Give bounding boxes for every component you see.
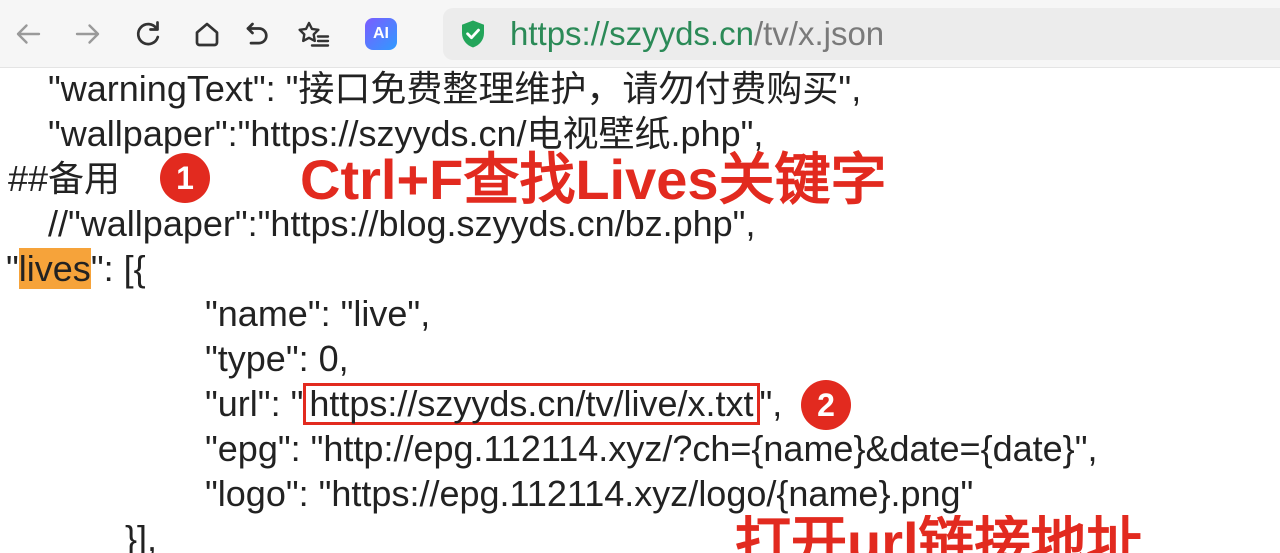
undo-icon: [242, 19, 272, 49]
step-2-instruction: 打开url链接地址: [735, 515, 1143, 553]
favorites-button[interactable]: [296, 19, 332, 49]
url-key: "url": ": [205, 383, 304, 424]
url-host: szyyds.cn: [609, 15, 754, 52]
forward-arrow-icon: [73, 19, 103, 49]
code-line-warning-text: "warningText": "接口免费整理维护，请勿付费购买",: [48, 68, 862, 109]
reload-icon: [133, 19, 163, 49]
back-arrow-icon: [13, 19, 43, 49]
code-line-epg: "epg": "http://epg.112114.xyz/?ch={name}…: [205, 428, 1098, 469]
code-line-type: "type": 0,: [205, 338, 349, 379]
home-button[interactable]: [192, 19, 222, 49]
code-line-url: "url": " https://szyyds.cn/tv/live/x.txt "…: [205, 381, 782, 426]
home-icon: [192, 19, 222, 49]
step-2-badge: 2: [801, 380, 851, 430]
json-viewer: "warningText": "接口免费整理维护，请勿付费购买", "wallp…: [0, 66, 1280, 553]
forward-button[interactable]: [73, 19, 103, 49]
url-scheme: https://: [510, 15, 610, 52]
code-line-logo: "logo": "https://epg.112114.xyz/logo/{na…: [205, 473, 974, 514]
ai-icon: AI: [373, 25, 389, 42]
lives-open-quote: ": [6, 248, 19, 289]
live-url-highlight-box: https://szyyds.cn/tv/live/x.txt: [303, 383, 760, 425]
url-suffix: ",: [759, 383, 783, 424]
address-bar[interactable]: https://szyyds.cn/tv/x.json: [443, 8, 1280, 60]
star-list-icon: [296, 19, 332, 49]
find-highlight-match: lives: [18, 248, 91, 289]
step-1-instruction: Ctrl+F查找Lives关键字: [300, 148, 887, 211]
back-button[interactable]: [13, 19, 43, 49]
ai-assistant-button[interactable]: AI: [365, 18, 397, 50]
browser-toolbar: AI https://szyyds.cn/tv/x.json: [0, 0, 1280, 68]
lives-rest: ": [{: [90, 248, 146, 289]
code-line-name: "name": "live",: [205, 293, 431, 334]
url-field[interactable]: https://szyyds.cn/tv/x.json: [510, 8, 884, 60]
reload-button[interactable]: [133, 19, 163, 49]
code-line-backup-comment: ##备用: [8, 158, 121, 199]
shield-check-icon[interactable]: [459, 19, 487, 49]
step-1-badge: 1: [160, 153, 210, 203]
restore-closed-tab-button[interactable]: [242, 19, 272, 49]
code-line-lives: "lives": [{: [6, 246, 146, 291]
code-line-close: }],: [125, 518, 158, 553]
url-path: /tv/x.json: [753, 15, 885, 52]
